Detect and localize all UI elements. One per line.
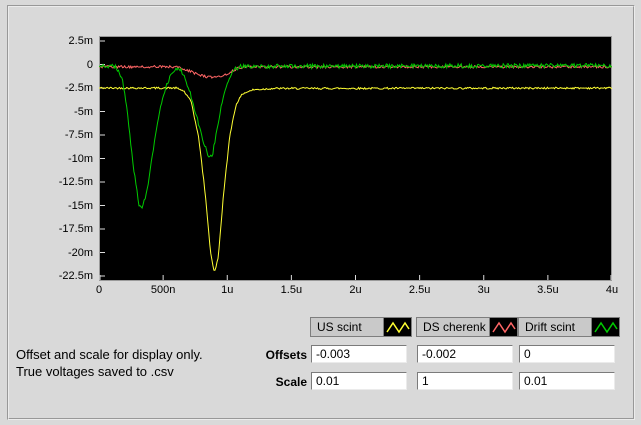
- scale-input-ds-cherenk[interactable]: [417, 372, 513, 390]
- front-panel: 2.5m 0 -2.5m -5m -7.5m -10m -12.5m -15m -17.5m -2…: [0, 0, 641, 425]
- offset-input-ds-cherenk[interactable]: [417, 345, 513, 363]
- legend-item-drift-scint[interactable]: Drift scint: [518, 317, 620, 337]
- offset-input-us-scint[interactable]: [311, 345, 407, 363]
- y-axis-label: -15m: [67, 199, 93, 212]
- y-axis-label: 2.5m: [68, 35, 93, 47]
- x-axis-label: 0: [95, 284, 103, 296]
- note-line-2: True voltages saved to .csv: [16, 364, 174, 379]
- offsets-label: Offsets: [265, 348, 307, 362]
- offset-input-drift-scint[interactable]: [519, 345, 615, 363]
- x-axis-label: 500n: [150, 284, 176, 296]
- y-axis-label: -10m: [67, 152, 93, 165]
- x-axis-label: 3u: [477, 284, 490, 296]
- scale-input-drift-scint[interactable]: [519, 372, 615, 390]
- waveform-plot-area: [99, 36, 612, 281]
- legend-item-us-scint[interactable]: US scint: [310, 317, 412, 337]
- x-axis-label: 2.5u: [408, 284, 431, 296]
- legend-item-ds-cherenk[interactable]: DS cherenk: [416, 317, 518, 337]
- legend-label-us-scint: US scint: [317, 320, 362, 334]
- y-axis-label: -5m: [74, 105, 93, 118]
- scale-label: Scale: [275, 375, 307, 389]
- y-axis-label: 0: [86, 58, 93, 71]
- y-axis-label: -2.5m: [64, 82, 93, 94]
- y-axis: 2.5m 0 -2.5m -5m -7.5m -10m -12.5m -15m -17.5m -2…: [36, 35, 96, 282]
- x-axis-label: 2u: [349, 284, 362, 296]
- us-scint-waveform-icon: [383, 318, 411, 336]
- legend-label-ds-cherenk: DS cherenk: [423, 320, 486, 334]
- scale-input-us-scint[interactable]: [311, 372, 407, 390]
- y-axis-label: -7.5m: [64, 129, 93, 141]
- waveform-graph: [99, 36, 612, 281]
- note-text: Offset and scale for display only. True …: [16, 346, 203, 380]
- y-axis-label: -20m: [67, 246, 93, 259]
- legend-label-drift-scint: Drift scint: [525, 320, 576, 334]
- ds-cherenk-waveform-icon: [489, 318, 517, 336]
- y-axis-label: -12.5m: [58, 176, 93, 188]
- x-axis-label: 1u: [221, 284, 234, 296]
- x-axis: 0 500n 1u 1.5u 2u 2.5u 3u 3.5u 4u: [96, 284, 618, 298]
- drift-scint-waveform-icon: [591, 318, 619, 336]
- note-line-1: Offset and scale for display only.: [16, 347, 203, 362]
- x-axis-label: 1.5u: [280, 284, 303, 296]
- y-axis-label: -22.5m: [58, 270, 93, 282]
- x-axis-label: 3.5u: [537, 284, 559, 296]
- x-axis-label: 4u: [605, 284, 619, 296]
- y-axis-label: -17.5m: [58, 223, 93, 235]
